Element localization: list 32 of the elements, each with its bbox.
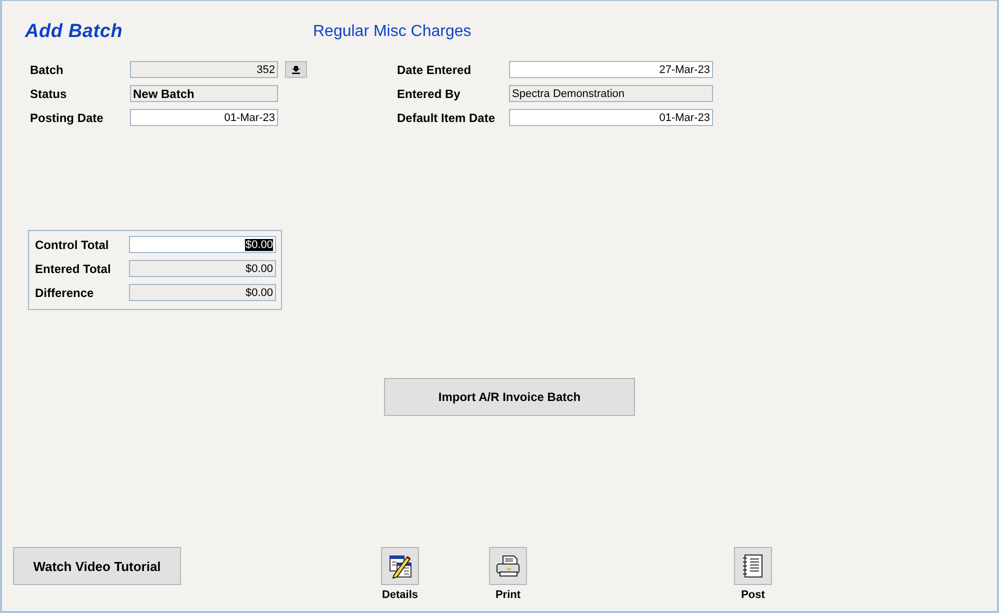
action-link[interactable]: Print <box>495 589 521 601</box>
text-field[interactable]: Spectra Demonstration <box>509 85 713 102</box>
action-link[interactable]: Details <box>382 589 418 601</box>
edit-document-icon <box>387 553 413 579</box>
form-subtitle: Regular Misc Charges <box>313 23 472 41</box>
field-label: Status <box>30 86 68 100</box>
field-label: Batch <box>30 62 64 76</box>
field-label: Control Total <box>35 238 110 252</box>
text-field[interactable]: New Batch <box>130 85 278 102</box>
text-field[interactable]: $0.00 <box>129 236 276 253</box>
text-field[interactable]: 01-Mar-23 <box>130 109 278 126</box>
text-field[interactable]: $0.00 <box>129 284 276 301</box>
toolbar-button[interactable] <box>489 547 527 585</box>
action-link[interactable]: Post <box>741 589 765 601</box>
lookup-button[interactable] <box>285 61 307 78</box>
video-tutorial-button[interactable]: Watch Video Tutorial <box>13 547 181 585</box>
form-title: Add Batch <box>25 21 124 43</box>
text-field[interactable]: 352 <box>130 61 278 78</box>
printer-icon <box>495 553 521 579</box>
toolbar-button[interactable] <box>734 547 772 585</box>
field-label: Entered By <box>397 86 462 100</box>
text-field[interactable]: 27-Mar-23 <box>509 61 713 78</box>
download-arrow-icon <box>292 64 300 76</box>
field-label: Entered Total <box>35 262 112 276</box>
import-button[interactable]: Import A/R Invoice Batch <box>384 378 635 416</box>
toolbar-button[interactable] <box>381 547 419 585</box>
field-label: Default Item Date <box>397 110 496 124</box>
text-field[interactable]: $0.00 <box>129 260 276 277</box>
text-field[interactable]: 01-Mar-23 <box>509 109 713 126</box>
field-label: Date Entered <box>397 62 472 76</box>
field-label: Posting Date <box>30 110 104 124</box>
field-label: Difference <box>35 286 95 300</box>
